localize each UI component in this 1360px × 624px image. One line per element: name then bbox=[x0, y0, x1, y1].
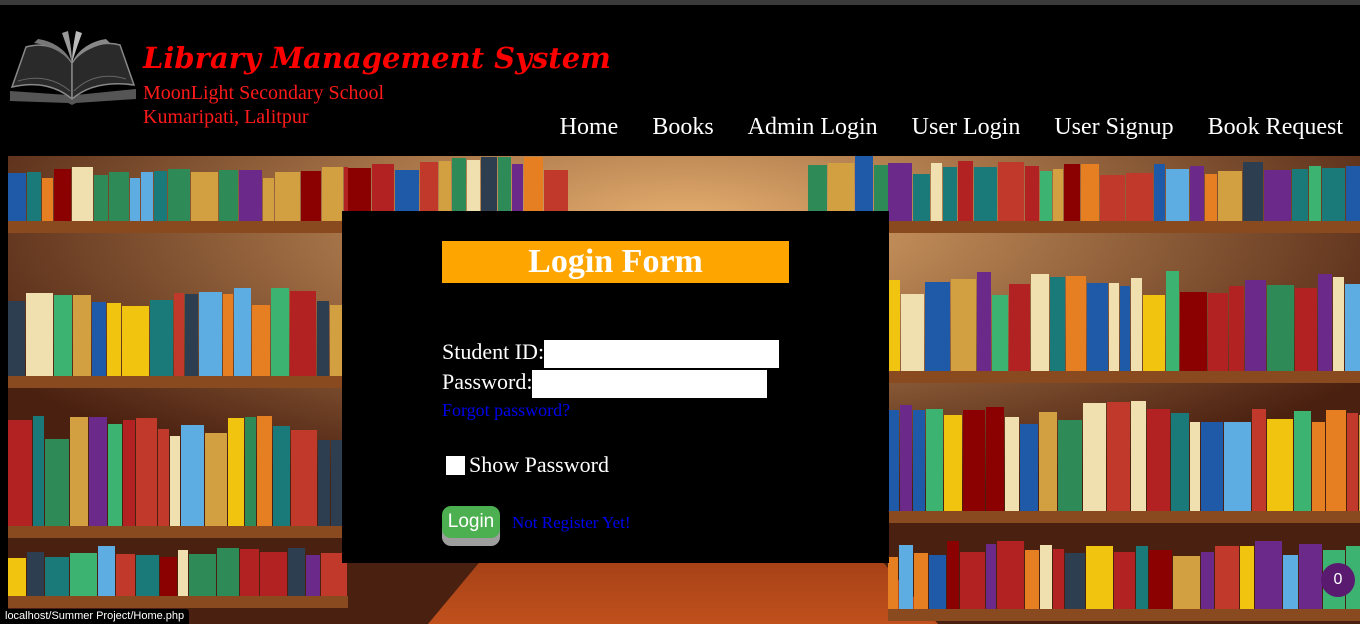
nav-user-signup[interactable]: User Signup bbox=[1054, 114, 1173, 141]
nav-book-request[interactable]: Book Request bbox=[1208, 114, 1343, 141]
school-address: Kumaripati, Lalitpur bbox=[143, 106, 309, 128]
password-row: Password: bbox=[442, 369, 768, 398]
login-form-title: Login Form bbox=[442, 241, 789, 283]
show-password-label: Show Password bbox=[469, 452, 609, 477]
forgot-password-link[interactable]: Forgot password? bbox=[442, 400, 570, 421]
password-input[interactable] bbox=[532, 369, 768, 398]
school-name: MoonLight Secondary School bbox=[143, 82, 385, 104]
site-title: Library Management System bbox=[143, 41, 611, 75]
register-link[interactable]: Not Register Yet! bbox=[512, 513, 631, 533]
nav-admin-login[interactable]: Admin Login bbox=[748, 114, 878, 141]
main-nav: Home Books Admin Login User Login User S… bbox=[560, 114, 1343, 141]
status-bar-url: localhost/Summer Project/Home.php bbox=[0, 609, 190, 624]
notification-badge[interactable]: 0 bbox=[1321, 563, 1355, 597]
student-id-row: Student ID: bbox=[442, 339, 780, 368]
student-id-label: Student ID: bbox=[442, 339, 545, 364]
student-id-input[interactable] bbox=[544, 339, 780, 368]
show-password-toggle: Show Password bbox=[446, 452, 609, 478]
nav-user-login[interactable]: User Login bbox=[912, 114, 1021, 141]
nav-books[interactable]: Books bbox=[652, 114, 713, 141]
nav-home[interactable]: Home bbox=[560, 114, 619, 141]
password-label: Password: bbox=[442, 369, 533, 394]
site-header: Library Management System MoonLight Seco… bbox=[0, 5, 1360, 156]
show-password-checkbox[interactable] bbox=[446, 455, 465, 475]
login-button[interactable]: Login bbox=[442, 506, 500, 538]
login-panel: Login Form Student ID: Password: Forgot … bbox=[342, 211, 889, 563]
open-book-logo-icon bbox=[10, 31, 136, 105]
